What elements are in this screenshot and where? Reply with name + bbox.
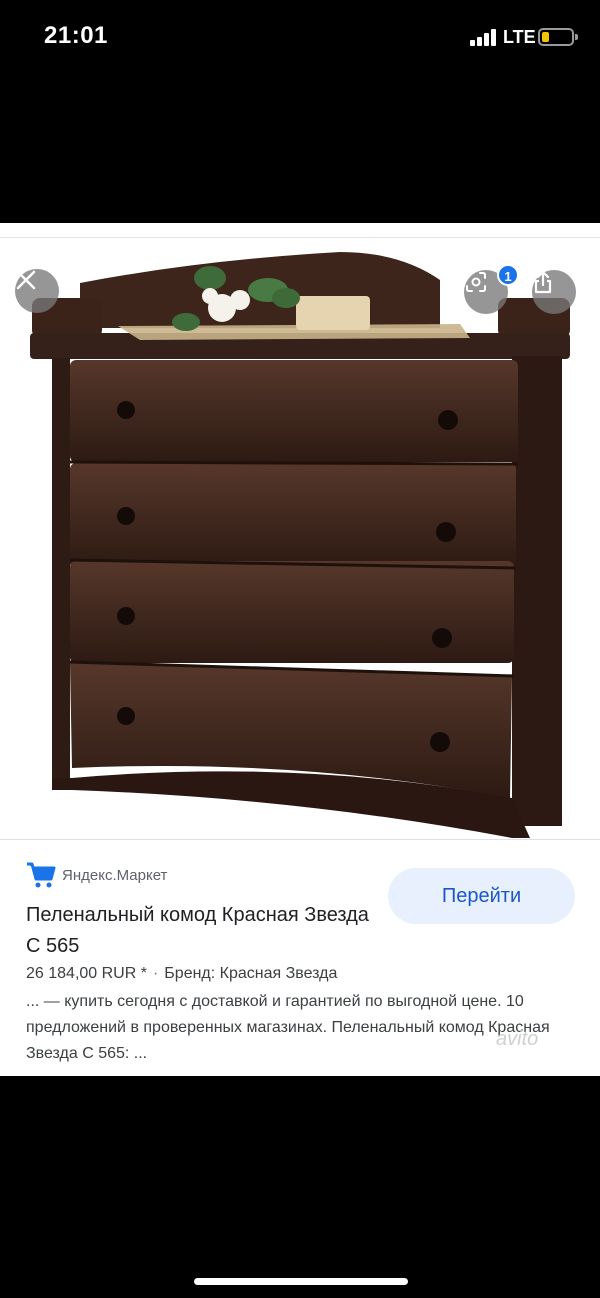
image-divider (0, 839, 600, 840)
network-type: LTE (503, 27, 536, 47)
avito-watermark: avito (496, 1028, 539, 1050)
source-row[interactable]: Яндекс.Маркет (26, 859, 167, 891)
shopping-cart-icon (27, 862, 56, 888)
lens-icon (466, 272, 486, 292)
result-meta: 26 184,00 RUR * · Бренд: Красная Звезда (26, 965, 337, 983)
result-price: 26 184,00 RUR * (26, 965, 147, 982)
home-indicator[interactable] (194, 1278, 408, 1285)
source-name: Яндекс.Маркет (62, 866, 168, 884)
go-button[interactable]: Перейти (388, 868, 575, 924)
signal-icon (470, 28, 498, 46)
share-icon (534, 270, 552, 294)
result-brand: Бренд: Красная Звезда (164, 965, 338, 982)
close-button[interactable] (15, 269, 59, 313)
lens-badge: 1 (497, 264, 519, 286)
result-card: 1 Яндекс.Маркет Перейти Пеленальный комо… (0, 223, 600, 1076)
separator-dot: · (152, 965, 159, 982)
share-button[interactable] (532, 270, 576, 314)
status-time: 21:01 (44, 22, 108, 49)
product-image[interactable]: 1 (0, 238, 600, 838)
close-icon (16, 270, 36, 290)
status-bar: 21:01 LTE (0, 0, 600, 80)
battery-fill (542, 32, 549, 42)
dresser-illustration (30, 252, 570, 838)
battery-icon (538, 28, 578, 46)
result-title[interactable]: Пеленальный комод Красная Звезда С 565 (26, 900, 376, 962)
